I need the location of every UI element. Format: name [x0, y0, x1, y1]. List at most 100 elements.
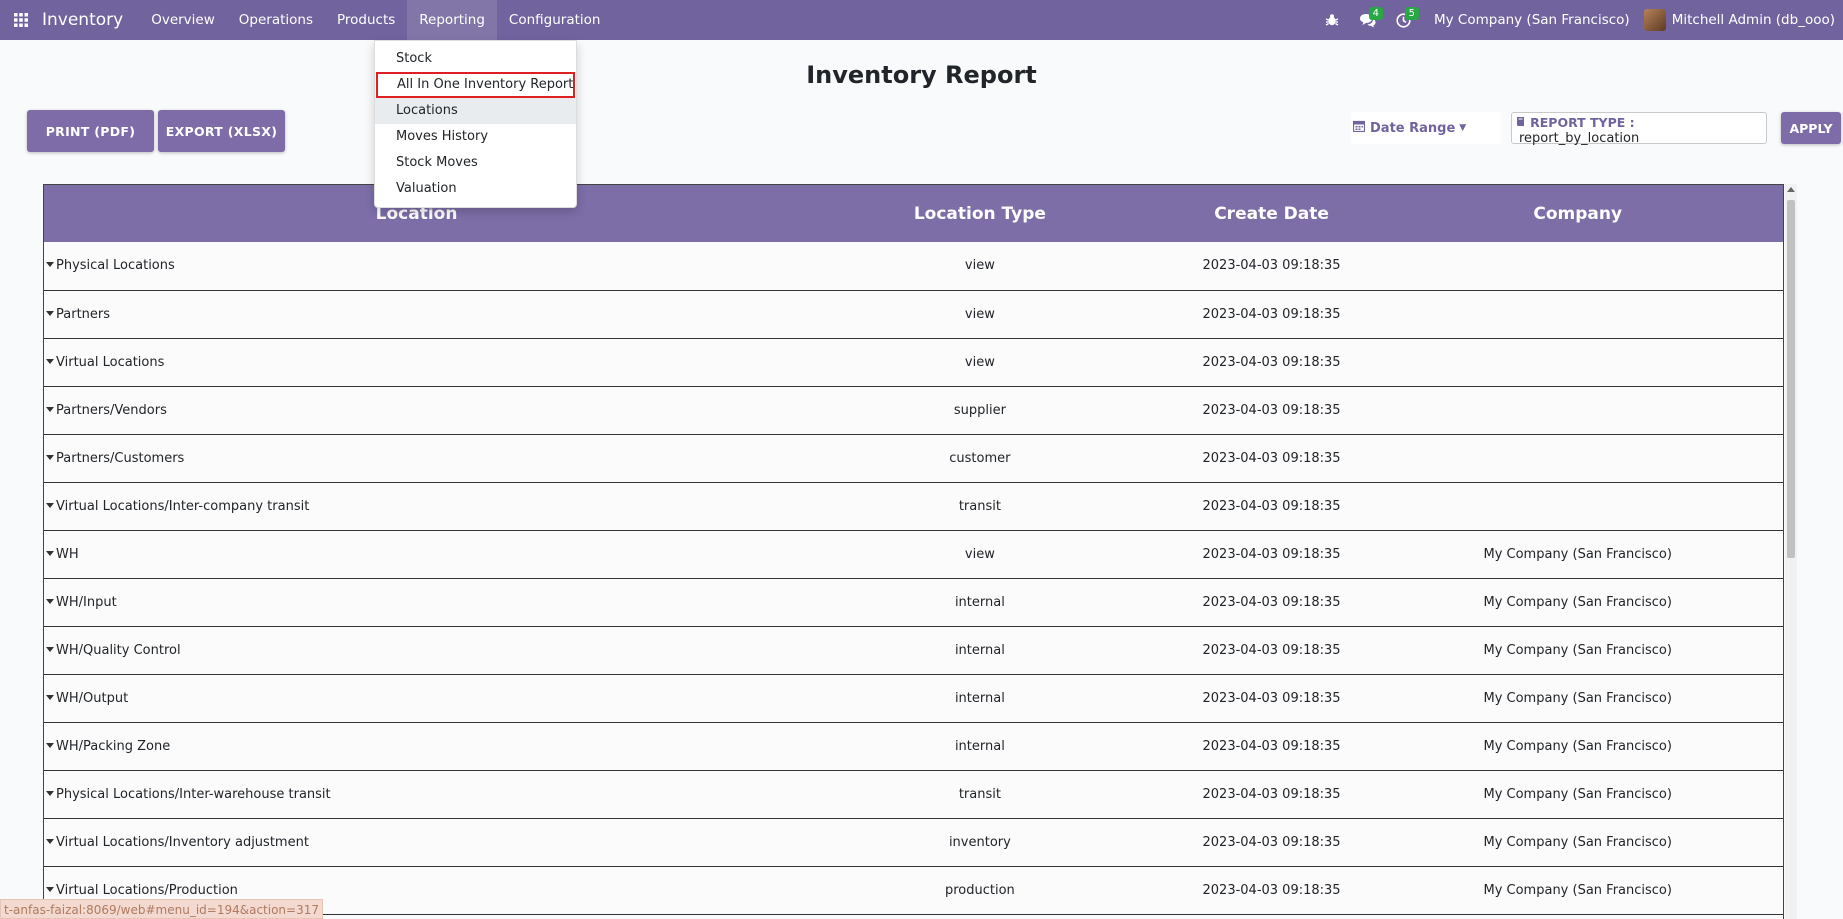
- activities-clock-icon[interactable]: 5: [1386, 0, 1422, 40]
- table-row[interactable]: Partners/Vendors supplier 2023-04-03 09:18…: [44, 386, 1783, 435]
- expand-caret-icon[interactable]: [46, 886, 54, 892]
- table-row[interactable]: WH/Packing Zone internal 2023-04-03 09:18:…: [44, 722, 1783, 771]
- table-row[interactable]: Partners view 2023-04-03 09:18:35: [44, 290, 1783, 339]
- dropdown-item-valuation[interactable]: Valuation: [375, 176, 576, 202]
- location-name: WH/Input: [56, 594, 117, 610]
- dropdown-item-all-in-one-inventory-report[interactable]: All In One Inventory Report: [376, 72, 575, 98]
- location-name: Virtual Locations: [56, 354, 165, 370]
- table-row[interactable]: Virtual Locations view 2023-04-03 09:18:35: [44, 338, 1783, 387]
- caret-down-icon: ▼: [1459, 123, 1467, 133]
- expand-caret-icon[interactable]: [46, 502, 54, 508]
- cell-location[interactable]: WH/Quality Control: [44, 626, 790, 675]
- expand-caret-icon[interactable]: [46, 262, 54, 268]
- cell-create-date: 2023-04-03 09:18:35: [1170, 866, 1373, 915]
- table-row[interactable]: Virtual Locations/Inter-company transit t…: [44, 482, 1783, 531]
- page-title: Inventory Report: [806, 61, 1037, 89]
- table-row[interactable]: Physical Locations/Inter-warehouse trans…: [44, 770, 1783, 819]
- table-row[interactable]: Partners/Customers customer 2023-04-03 09:…: [44, 434, 1783, 483]
- location-name: WH/Packing Zone: [56, 738, 171, 754]
- location-name: WH/Output: [56, 690, 129, 706]
- dropdown-item-stock-moves[interactable]: Stock Moves: [375, 150, 576, 176]
- cell-company: [1372, 242, 1783, 291]
- cell-company: [1372, 386, 1783, 435]
- expand-caret-icon[interactable]: [46, 742, 54, 748]
- debug-icon[interactable]: [1314, 0, 1350, 40]
- cell-company: My Company (San Francisco): [1372, 818, 1783, 867]
- table-row[interactable]: WH view 2023-04-03 09:18:35 My Company (San…: [44, 530, 1783, 579]
- cell-location[interactable]: Physical Locations/Inter-warehouse trans…: [44, 770, 790, 819]
- column-header-location-type: Location Type: [789, 185, 1171, 242]
- cell-location[interactable]: WH: [44, 530, 790, 579]
- cell-location[interactable]: Partners/Vendors: [44, 386, 790, 435]
- expand-caret-icon[interactable]: [46, 358, 54, 364]
- cell-company: My Company (San Francisco): [1372, 722, 1783, 771]
- cell-location[interactable]: Virtual Locations/Inter-company transit: [44, 482, 790, 531]
- cell-location-type: internal: [789, 722, 1171, 771]
- location-name: Physical Locations: [56, 258, 175, 274]
- menu-overview[interactable]: Overview: [139, 0, 227, 40]
- menu-products[interactable]: Products: [325, 0, 407, 40]
- user-menu[interactable]: Mitchell Admin (db_ooo): [1643, 9, 1835, 31]
- column-header-create-date: Create Date: [1170, 185, 1373, 242]
- messages-count-badge: 4: [1368, 7, 1383, 20]
- app-brand[interactable]: Inventory: [42, 10, 123, 30]
- cell-company: My Company (San Francisco): [1372, 866, 1783, 915]
- table-scrollbar[interactable]: [1785, 184, 1797, 919]
- expand-caret-icon[interactable]: [46, 598, 54, 604]
- cell-create-date: 2023-04-03 09:18:35: [1170, 626, 1373, 675]
- menu-reporting[interactable]: Reporting: [407, 0, 497, 40]
- scroll-up-arrow-icon[interactable]: [1787, 187, 1795, 192]
- cell-location[interactable]: Virtual Locations/Inventory adjustment: [44, 818, 790, 867]
- top-navbar: Inventory Overview Operations Products R…: [0, 0, 1843, 40]
- apps-menu-icon[interactable]: [0, 0, 42, 40]
- expand-caret-icon[interactable]: [46, 406, 54, 412]
- dropdown-item-moves-history[interactable]: Moves History: [375, 124, 576, 150]
- location-name: Partners: [56, 306, 111, 322]
- report-table-container: Location Location Type Create Date Compa…: [43, 184, 1784, 919]
- cell-location[interactable]: WH/Input: [44, 578, 790, 627]
- cell-create-date: 2023-04-03 09:18:35: [1170, 338, 1373, 387]
- company-switcher[interactable]: My Company (San Francisco): [1434, 12, 1630, 28]
- table-row[interactable]: WH/Input internal 2023-04-03 09:18:35 My Co…: [44, 578, 1783, 627]
- cell-location-type: production: [789, 866, 1171, 915]
- cell-location[interactable]: Physical Locations: [44, 242, 790, 291]
- location-name: Virtual Locations/Inventory adjustment: [56, 834, 309, 850]
- dropdown-item-stock[interactable]: Stock: [375, 46, 576, 72]
- table-row[interactable]: WH/Output internal 2023-04-03 09:18:35 My C…: [44, 674, 1783, 723]
- expand-caret-icon[interactable]: [46, 694, 54, 700]
- export-xlsx-button[interactable]: EXPORT (XLSX): [158, 110, 285, 152]
- expand-caret-icon[interactable]: [46, 550, 54, 556]
- cell-create-date: 2023-04-03 09:18:35: [1170, 242, 1373, 291]
- cell-location[interactable]: Virtual Locations: [44, 338, 790, 387]
- location-name: WH/Quality Control: [56, 642, 181, 658]
- expand-caret-icon[interactable]: [46, 646, 54, 652]
- cell-company: [1372, 290, 1783, 339]
- table-header-row: Location Location Type Create Date Compa…: [44, 185, 1783, 242]
- menu-configuration[interactable]: Configuration: [497, 0, 613, 40]
- scroll-thumb[interactable]: [1787, 200, 1795, 558]
- cell-location-type: view: [789, 338, 1171, 387]
- table-row[interactable]: WH/Quality Control internal 2023-04-03 09:…: [44, 626, 1783, 675]
- table-row[interactable]: Virtual Locations/Inventory adjustment in…: [44, 818, 1783, 867]
- cell-location[interactable]: Partners: [44, 290, 790, 339]
- menu-operations[interactable]: Operations: [227, 0, 325, 40]
- dropdown-item-locations[interactable]: Locations: [375, 98, 576, 124]
- cell-location[interactable]: WH/Output: [44, 674, 790, 723]
- cell-location[interactable]: WH/Packing Zone: [44, 722, 790, 771]
- report-type-field[interactable]: REPORT TYPE : report_by_location: [1511, 112, 1767, 146]
- table-row[interactable]: Physical Locations view 2023-04-03 09:18:3…: [44, 242, 1783, 291]
- apply-button[interactable]: APPLY: [1781, 112, 1841, 144]
- expand-caret-icon[interactable]: [46, 310, 54, 316]
- cell-create-date: 2023-04-03 09:18:35: [1170, 530, 1373, 579]
- messages-icon[interactable]: 4: [1350, 0, 1386, 40]
- expand-caret-icon[interactable]: [46, 454, 54, 460]
- table-body: Physical Locations view 2023-04-03 09:18:3…: [44, 242, 1783, 915]
- expand-caret-icon[interactable]: [46, 838, 54, 844]
- cell-location-type: view: [789, 242, 1171, 291]
- status-url: t-anfas-faizal:8069/web#menu_id=194&acti…: [0, 899, 323, 919]
- date-range-dropdown[interactable]: Date Range ▼: [1351, 112, 1501, 144]
- expand-caret-icon[interactable]: [46, 790, 54, 796]
- cell-location[interactable]: Partners/Customers: [44, 434, 790, 483]
- cell-location-type: supplier: [789, 386, 1171, 435]
- print-pdf-button[interactable]: PRINT (PDF): [27, 110, 154, 152]
